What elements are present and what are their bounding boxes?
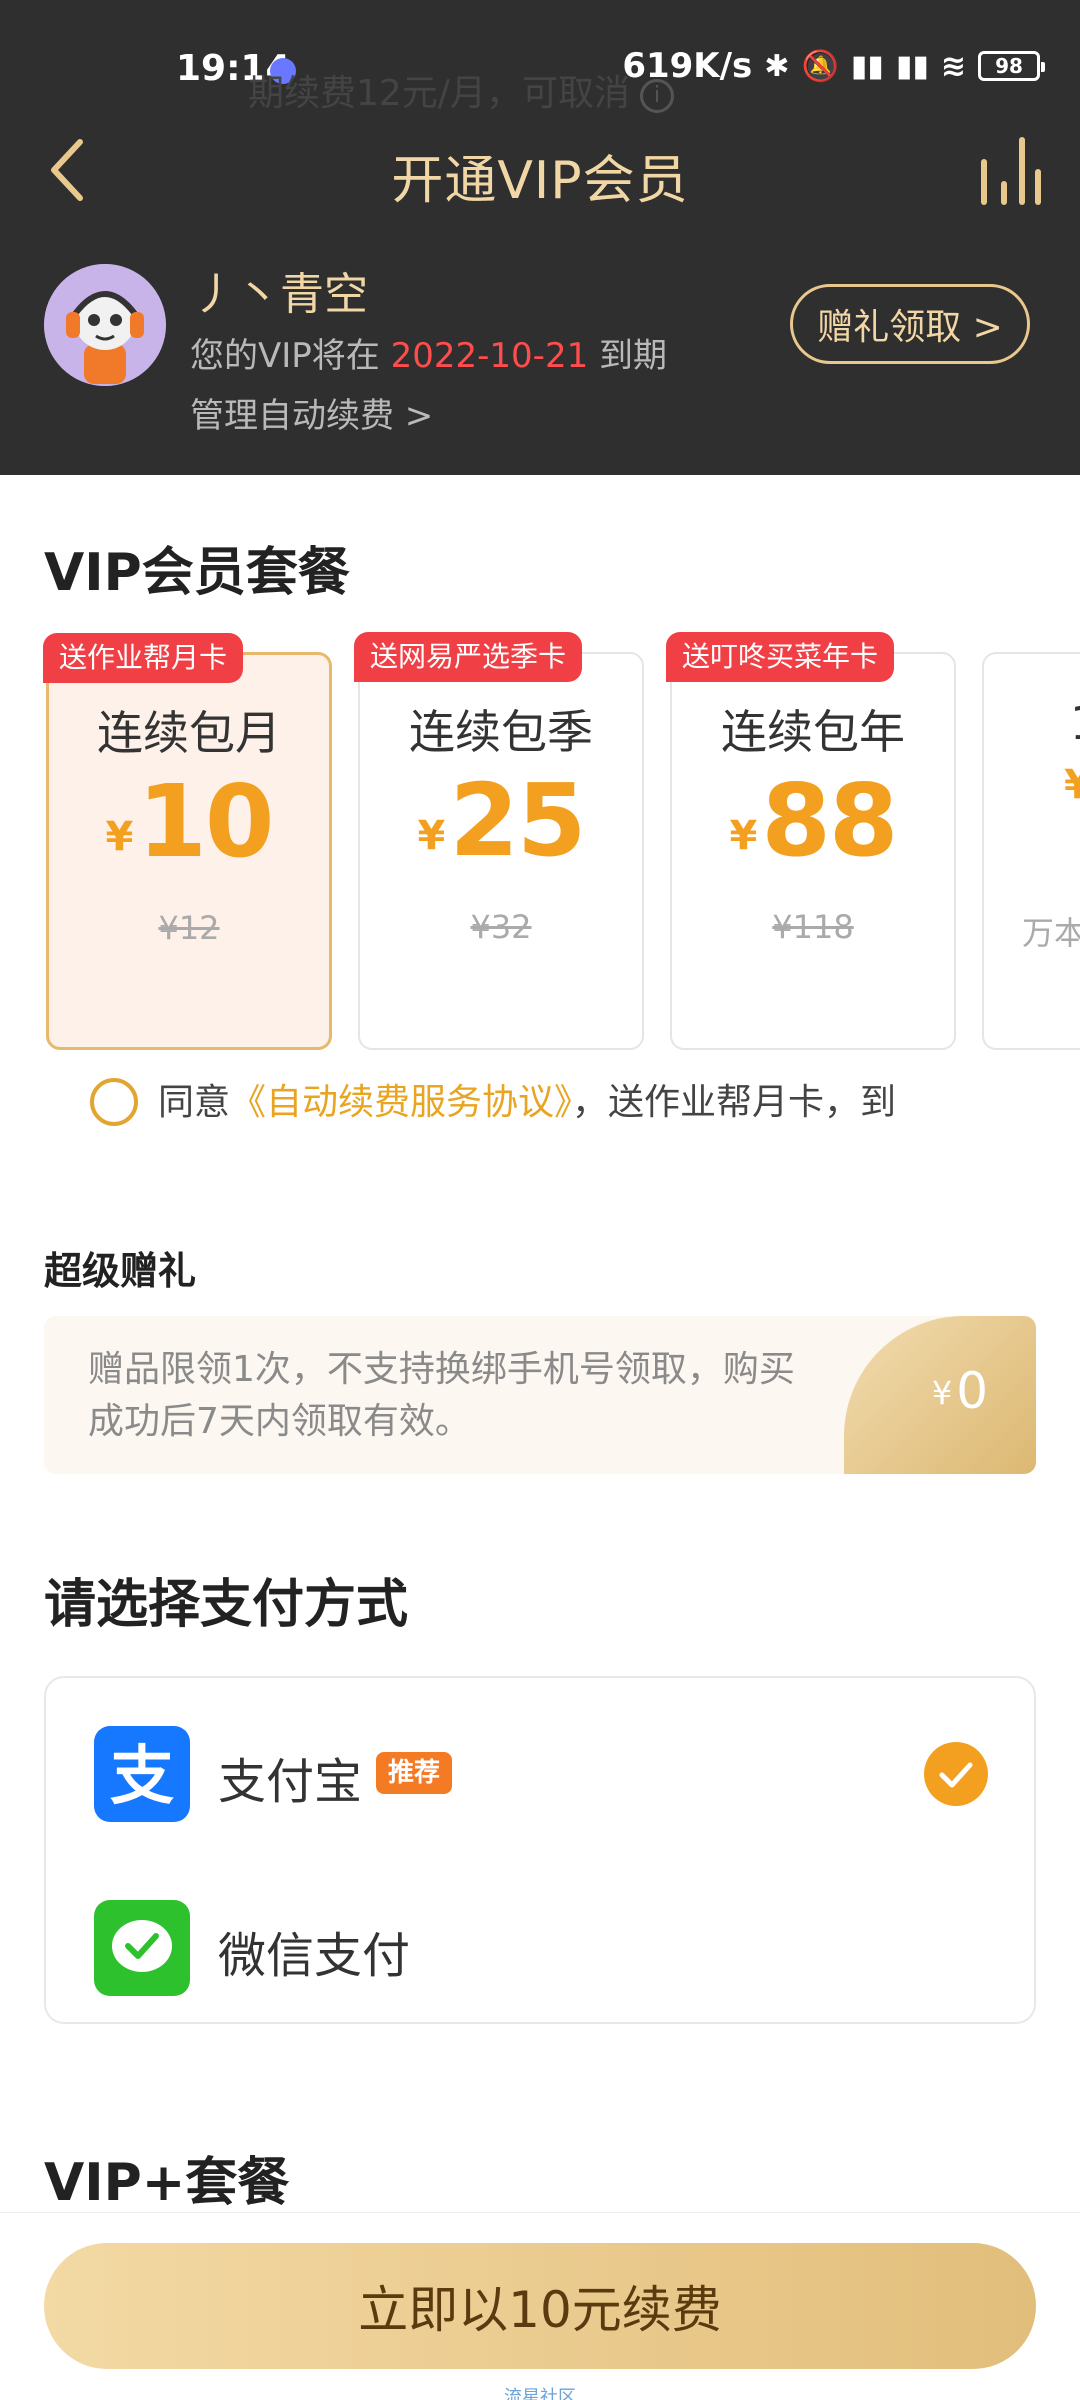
payment-option-alipay[interactable]: 支 支付宝 推荐	[46, 1708, 1034, 1848]
mute-icon: 🔕	[801, 48, 839, 84]
expire-suffix: 到期	[588, 336, 668, 376]
svg-text:支: 支	[110, 1740, 174, 1814]
package-name: 连续包季	[409, 705, 593, 759]
package-card-partial[interactable]: 1 ¥ 万本	[982, 652, 1080, 1050]
package-price: ¥25	[360, 762, 642, 879]
bar-chart-icon	[981, 137, 1041, 205]
hd-signal-icon: ▮▮	[850, 48, 884, 84]
package-card-monthly[interactable]: 送作业帮月卡 连续包月 ¥10 ¥12	[43, 633, 332, 1050]
watermark: 流星社区	[504, 2387, 576, 2400]
package-card-yearly[interactable]: 送叮咚买菜年卡 连续包年 ¥88 ¥118	[666, 632, 956, 1050]
payment-methods: 支 支付宝 推荐 微信支付	[44, 1676, 1036, 2024]
package-original-price: ¥32	[470, 908, 532, 946]
package-badge: 送网易严选季卡	[354, 632, 583, 682]
super-gift-title: 超级赠礼	[44, 1249, 197, 1293]
agree-suffix: ，送作业帮月卡，到	[572, 1082, 897, 1123]
packages-title: VIP会员套餐	[44, 543, 350, 603]
bluetooth-icon: ✱	[764, 48, 790, 84]
agreement-line2: 期续费12元/月，可取消 i	[248, 64, 674, 116]
selected-check-icon	[924, 1742, 988, 1806]
bottom-bar: 立即以10元续费 流星社区	[0, 2212, 1080, 2400]
package-original-price: 万本	[1022, 914, 1080, 952]
gift-claim-button[interactable]: 赠礼领取 >	[790, 284, 1030, 364]
avatar[interactable]	[44, 264, 166, 386]
agree-line2-text: 期续费12元/月，可取消	[248, 73, 630, 114]
gift-value-number: 0	[956, 1362, 988, 1420]
avatar-image-icon	[44, 264, 166, 386]
wechat-pay-icon	[94, 1900, 190, 1996]
currency-symbol: ¥	[105, 814, 134, 860]
manage-auto-renew-link[interactable]: 管理自动续费 >	[190, 388, 433, 437]
battery-icon: 98	[978, 51, 1045, 81]
alipay-icon: 支	[94, 1726, 190, 1822]
stats-button[interactable]	[974, 132, 1046, 212]
currency-symbol: ¥	[931, 1374, 953, 1412]
nav-bar: 开通VIP会员	[0, 120, 1080, 220]
gift-value: ¥0	[932, 1362, 988, 1420]
package-name: 1	[1070, 696, 1080, 750]
currency-symbol: ¥	[1064, 762, 1080, 808]
package-original-price: ¥12	[158, 909, 220, 947]
expire-date: 2022-10-21	[390, 336, 589, 376]
status-right-group: 619K/s ✱ 🔕 ▮▮ ▮▮ ≋ 98	[622, 46, 1045, 86]
hd-signal-icon: ▮▮	[895, 48, 929, 84]
currency-symbol: ¥	[729, 813, 758, 859]
payment-name: 微信支付	[218, 1928, 411, 1984]
package-badge: 送叮咚买菜年卡	[666, 632, 895, 682]
vip-plus-title: VIP+套餐	[44, 2153, 290, 2213]
price-value: 10	[137, 763, 274, 880]
username: 丿丶青空	[192, 269, 368, 320]
currency-symbol: ¥	[417, 813, 446, 859]
expire-prefix: 您的VIP将在	[190, 336, 391, 376]
package-badge: 送作业帮月卡	[43, 633, 244, 683]
super-gift-desc: 赠品限领1次，不支持换绑手机号领取，购买成功后7天内领取有效。	[88, 1349, 795, 1442]
renew-button[interactable]: 立即以10元续费	[44, 2243, 1036, 2369]
package-card-quarterly[interactable]: 送网易严选季卡 连续包季 ¥25 ¥32	[354, 632, 644, 1050]
package-name: 连续包年	[721, 705, 905, 759]
price-value: 25	[449, 762, 586, 879]
payment-name: 支付宝	[218, 1754, 363, 1810]
package-price: ¥88	[672, 762, 954, 879]
package-price: ¥10	[49, 763, 329, 880]
vip-expire-text: 您的VIP将在 2022-10-21 到期	[190, 328, 667, 377]
agreement-text: 同意《自动续费服务协议》，送作业帮月卡，到	[158, 1072, 1018, 1134]
payment-title: 请选择支付方式	[44, 1575, 409, 1635]
agreement-link[interactable]: 《自动续费服务协议》	[230, 1082, 572, 1123]
package-name: 连续包月	[97, 706, 281, 760]
user-info: 丿丶青空 您的VIP将在 2022-10-21 到期 管理自动续费 > 赠礼领取…	[0, 250, 1080, 450]
agree-prefix: 同意	[158, 1082, 231, 1123]
wifi-icon: ≋	[940, 48, 966, 84]
super-gift-card[interactable]: 赠品限领1次，不支持换绑手机号领取，购买成功后7天内领取有效。 ¥0	[44, 1316, 1036, 1474]
page-title: 开通VIP会员	[391, 151, 689, 211]
price-value: 88	[761, 762, 898, 879]
info-icon[interactable]: i	[639, 79, 674, 113]
recommend-badge: 推荐	[376, 1752, 453, 1794]
agree-radio[interactable]	[90, 1078, 138, 1126]
payment-option-wechat[interactable]: 微信支付	[46, 1882, 1034, 2022]
package-price: ¥	[1064, 762, 1080, 808]
package-original-price: ¥118	[772, 908, 854, 946]
